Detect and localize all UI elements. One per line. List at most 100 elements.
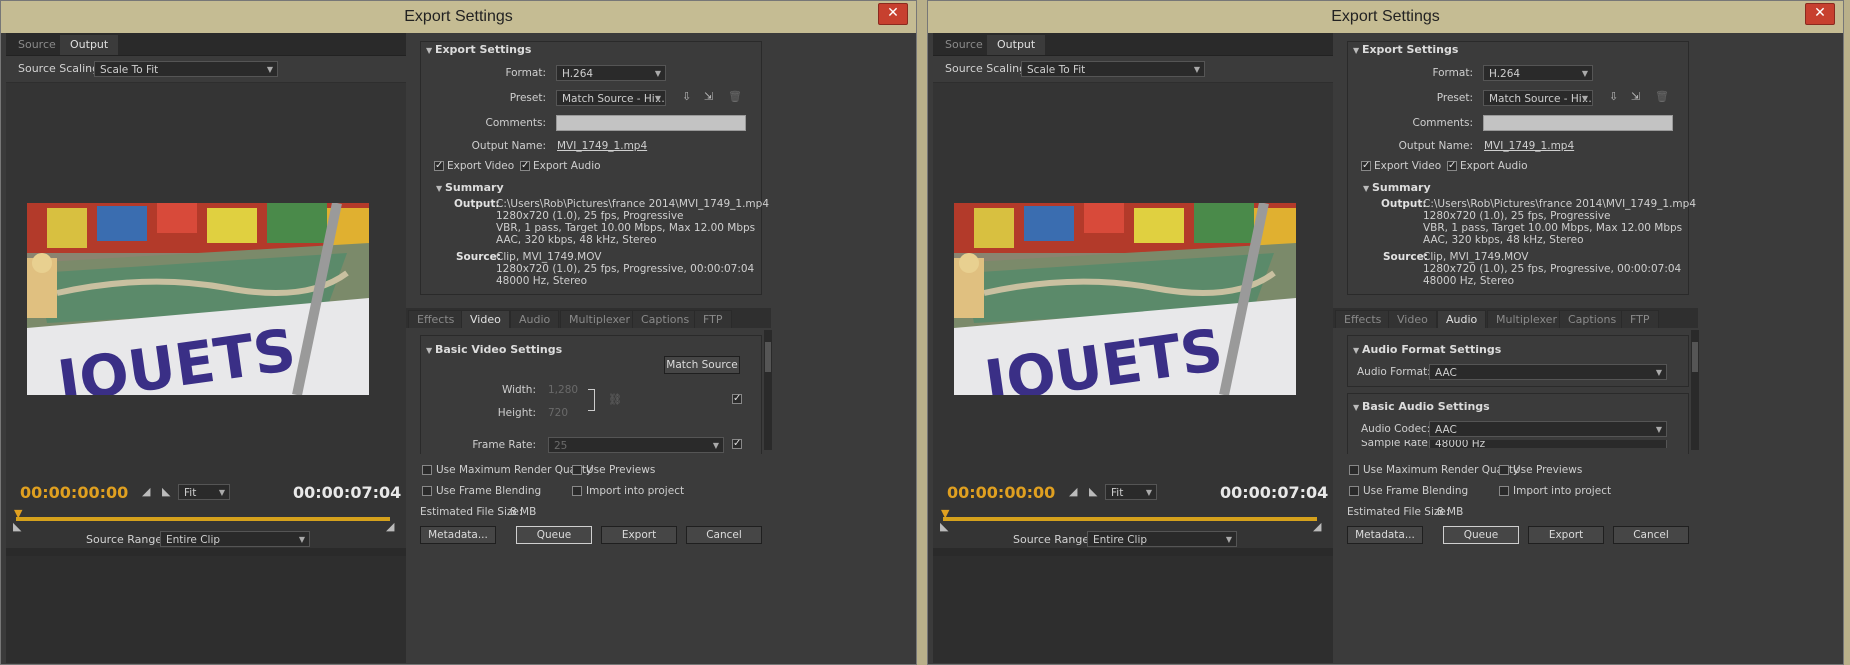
tab-video[interactable]: Video [461, 310, 510, 328]
out-point-marker-icon[interactable]: ◢ [386, 520, 394, 533]
import-into-project-checkbox[interactable] [572, 486, 582, 496]
export-audio-checkbox[interactable]: ✓ [1447, 161, 1457, 171]
export-audio-checkbox[interactable]: ✓ [520, 161, 530, 171]
tab-multiplexer[interactable]: Multiplexer [560, 310, 639, 328]
basic-video-settings-header[interactable]: Basic Video Settings [426, 343, 562, 356]
playhead-icon[interactable]: ▼ [941, 507, 949, 520]
use-previews-checkbox[interactable] [1499, 465, 1509, 475]
source-scaling-dropdown[interactable]: Scale To Fit ▼ [94, 61, 278, 77]
zoom-fit-dropdown[interactable]: Fit ▼ [178, 484, 230, 500]
export-video-checkbox[interactable]: ✓ [434, 161, 444, 171]
tab-ftp[interactable]: FTP [694, 310, 732, 328]
tab-source[interactable]: Source [8, 35, 66, 55]
audio-codec-dropdown[interactable]: AAC ▼ [1429, 421, 1667, 437]
tab-audio[interactable]: Audio [1437, 310, 1487, 328]
metadata-button[interactable]: Metadata... [1347, 526, 1423, 544]
frame-rate-match-checkbox[interactable]: ✓ [732, 439, 742, 449]
export-button[interactable]: Export [601, 526, 677, 544]
save-preset-icon[interactable]: ⇩ [1609, 90, 1618, 103]
cancel-button[interactable]: Cancel [1613, 526, 1689, 544]
tab-captions[interactable]: Captions [1559, 310, 1626, 328]
use-previews-checkbox[interactable] [572, 465, 582, 475]
delete-preset-icon[interactable]: 🗑 [728, 90, 742, 103]
frame-blending-checkbox[interactable] [422, 486, 432, 496]
link-icon[interactable]: ⛓ [608, 393, 622, 406]
tab-output[interactable]: Output [60, 35, 119, 55]
in-point-marker-icon[interactable]: ◣ [940, 520, 948, 533]
queue-button[interactable]: Queue [1443, 526, 1519, 544]
settings-scrollbar[interactable] [1691, 330, 1699, 450]
tab-ftp[interactable]: FTP [1621, 310, 1659, 328]
close-button[interactable]: ✕ [878, 3, 908, 25]
set-in-point-icon[interactable]: ◢ [1069, 485, 1077, 498]
timeline-range-bar[interactable] [16, 517, 390, 521]
width-height-match-checkbox[interactable]: ✓ [732, 394, 742, 404]
queue-button[interactable]: Queue [516, 526, 592, 544]
export-settings-header[interactable]: Export Settings [1353, 43, 1458, 56]
set-out-point-icon[interactable]: ◣ [162, 485, 170, 498]
in-point-marker-icon[interactable]: ◣ [13, 520, 21, 533]
tab-captions[interactable]: Captions [632, 310, 699, 328]
tab-effects[interactable]: Effects [1335, 310, 1391, 328]
close-button[interactable]: ✕ [1805, 3, 1835, 25]
cancel-button[interactable]: Cancel [686, 526, 762, 544]
summary-header[interactable]: Summary [1363, 181, 1431, 194]
playhead-icon[interactable]: ▼ [14, 507, 22, 520]
preset-dropdown[interactable]: Match Source - Hi... ▼ [1483, 90, 1593, 106]
scrollbar-thumb[interactable] [1692, 342, 1698, 372]
preview-horizontal-scrollbar[interactable] [933, 548, 1391, 556]
source-scaling-bar: Source Scaling: Scale To Fit ▼ [933, 56, 1399, 82]
tab-effects[interactable]: Effects [408, 310, 464, 328]
set-in-point-icon[interactable]: ◢ [142, 485, 150, 498]
zoom-fit-dropdown[interactable]: Fit ▼ [1105, 484, 1157, 500]
audio-format-settings-header[interactable]: Audio Format Settings [1353, 343, 1501, 356]
source-range-dropdown[interactable]: Entire Clip ▼ [1087, 531, 1237, 547]
export-video-checkbox[interactable]: ✓ [1361, 161, 1371, 171]
output-name-link[interactable]: MVI_1749_1.mp4 [1484, 140, 1574, 152]
sample-rate-dropdown[interactable]: 48000 Hz [1429, 440, 1667, 448]
width-value[interactable]: 1,280 [548, 384, 578, 396]
source-range-dropdown[interactable]: Entire Clip ▼ [160, 531, 310, 547]
tab-audio[interactable]: Audio [510, 310, 560, 328]
frame-rate-dropdown[interactable]: 25 ▼ [548, 437, 724, 453]
format-dropdown[interactable]: H.264 ▼ [556, 65, 666, 81]
source-scaling-dropdown[interactable]: Scale To Fit ▼ [1021, 61, 1205, 77]
import-preset-icon[interactable]: ⇲ [704, 90, 713, 103]
save-preset-icon[interactable]: ⇩ [682, 90, 691, 103]
timeline-range-bar[interactable] [943, 517, 1317, 521]
comments-input[interactable] [556, 115, 746, 131]
preview-horizontal-scrollbar[interactable] [6, 548, 464, 556]
max-render-quality-checkbox[interactable] [422, 465, 432, 475]
set-out-point-icon[interactable]: ◣ [1089, 485, 1097, 498]
tab-source[interactable]: Source [935, 35, 993, 55]
format-dropdown[interactable]: H.264 ▼ [1483, 65, 1593, 81]
current-timecode[interactable]: 00:00:00:00 [947, 483, 1055, 502]
max-render-quality-checkbox[interactable] [1349, 465, 1359, 475]
settings-scrollbar[interactable] [764, 330, 772, 450]
estimated-file-size-value: 8 MB [510, 506, 537, 518]
summary-output-line: C:\Users\Rob\Pictures\france 2014\MVI_17… [496, 198, 769, 210]
import-into-project-checkbox[interactable] [1499, 486, 1509, 496]
summary-header[interactable]: Summary [436, 181, 504, 194]
match-source-button[interactable]: Match Source [664, 356, 740, 374]
import-preset-icon[interactable]: ⇲ [1631, 90, 1640, 103]
export-settings-header[interactable]: Export Settings [426, 43, 531, 56]
tab-video[interactable]: Video [1388, 310, 1437, 328]
summary-source-line: 48000 Hz, Stereo [496, 275, 588, 287]
frame-blending-checkbox[interactable] [1349, 486, 1359, 496]
metadata-button[interactable]: Metadata... [420, 526, 496, 544]
output-name-link[interactable]: MVI_1749_1.mp4 [557, 140, 647, 152]
chevron-down-icon: ▼ [1193, 65, 1200, 74]
comments-input[interactable] [1483, 115, 1673, 131]
basic-audio-settings-header[interactable]: Basic Audio Settings [1353, 400, 1490, 413]
preset-dropdown[interactable]: Match Source - Hi... ▼ [556, 90, 666, 106]
out-point-marker-icon[interactable]: ◢ [1313, 520, 1321, 533]
audio-format-dropdown[interactable]: AAC ▼ [1429, 364, 1667, 380]
scrollbar-thumb[interactable] [765, 342, 771, 372]
delete-preset-icon[interactable]: 🗑 [1655, 90, 1669, 103]
tab-multiplexer[interactable]: Multiplexer [1487, 310, 1566, 328]
height-value[interactable]: 720 [548, 407, 568, 419]
tab-output[interactable]: Output [987, 35, 1046, 55]
current-timecode[interactable]: 00:00:00:00 [20, 483, 128, 502]
export-button[interactable]: Export [1528, 526, 1604, 544]
